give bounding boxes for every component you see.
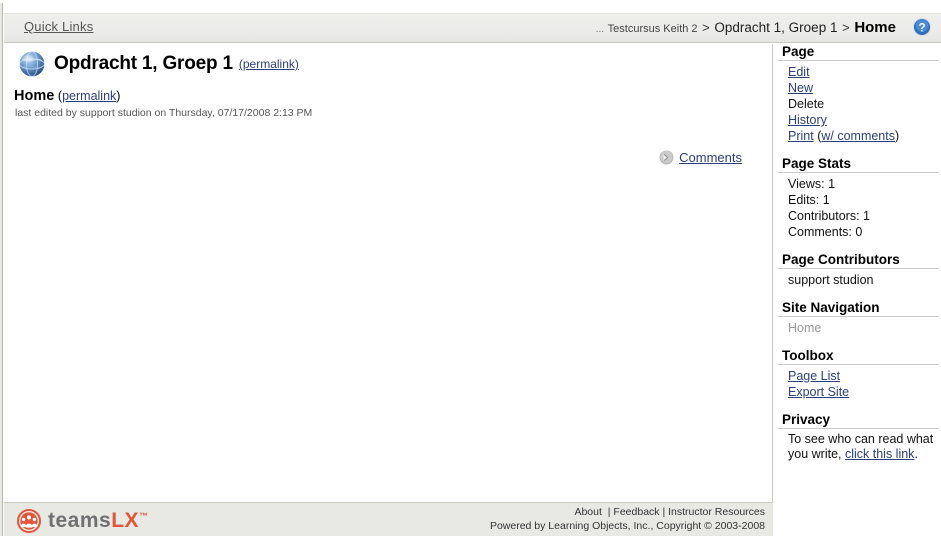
site-title: Opdracht 1, Groep 1	[54, 53, 233, 74]
sidebar-item-edit[interactable]: Edit	[788, 64, 939, 80]
sidebar-section-title-page-contributors: Page Contributors	[778, 252, 939, 269]
last-edited-text: last edited by support studion on Thursd…	[15, 107, 313, 119]
page-heading-row: Home (permalink)	[14, 88, 120, 104]
teamslx-people-circle-icon	[17, 509, 41, 533]
svg-text:?: ?	[918, 22, 925, 34]
sidebar-section-title-site-navigation: Site Navigation	[778, 300, 939, 317]
stat-comments: Comments: 0	[788, 225, 863, 239]
footer-link-instructor-resources[interactable]: Instructor Resources	[668, 506, 765, 518]
sidebar-section-title-privacy: Privacy	[778, 412, 939, 429]
globe-icon	[18, 50, 46, 78]
teamslx-logo: teamsLX™	[17, 509, 149, 533]
sidebar-item-label-page-list[interactable]: Page List	[788, 369, 840, 383]
sidebar-section-title-page: Page	[778, 44, 939, 61]
site-permalink-link[interactable]: (permalink)	[239, 57, 299, 71]
print-paren-close: )	[895, 129, 900, 143]
sidebar-item-label-edit[interactable]: Edit	[788, 65, 810, 79]
page-permalink-paren-close: )	[116, 89, 121, 103]
sidebar-item-page-list[interactable]: Page List	[788, 368, 939, 384]
sidebar-item-new[interactable]: New	[788, 80, 939, 96]
privacy-text: To see who can read what you write, clic…	[788, 432, 939, 462]
sidebar-section-page-contributors: Page Contributors support studion	[776, 252, 941, 288]
stat-edits: Edits: 1	[788, 193, 830, 207]
arrow-right-circle-icon[interactable]	[659, 150, 674, 165]
breadcrumb-ellipsis: ...	[595, 24, 605, 35]
sidebar-item-print[interactable]: Print (w/ comments)	[788, 128, 939, 144]
comments-row[interactable]: Comments	[659, 150, 742, 165]
sidebar-section-toolbox: Toolbox Page List Export Site	[776, 348, 941, 400]
header-bar: Quick Links ... Testcursus Keith 2 > Opd…	[4, 13, 941, 43]
page-permalink-link[interactable]: permalink	[62, 89, 116, 103]
sidebar-item-nav-home[interactable]: Home	[788, 320, 939, 336]
sidebar-item-label-history[interactable]: History	[788, 113, 827, 127]
footer-link-feedback[interactable]: Feedback	[613, 506, 659, 518]
contributor-item: support studion	[788, 273, 874, 287]
window-top-edge	[0, 0, 941, 3]
quick-links-link[interactable]: Quick Links	[24, 19, 93, 34]
application-window: Quick Links ... Testcursus Keith 2 > Opd…	[0, 0, 941, 536]
stat-views: Views: 1	[788, 177, 836, 191]
breadcrumb-item-current: Home	[854, 19, 896, 36]
sidebar: Page Edit New Delete History Print (w/ c…	[776, 44, 941, 536]
teamslx-wordmark: teamsLX™	[48, 509, 149, 533]
sidebar-item-label-print-with-comments[interactable]: w/ comments	[821, 129, 895, 143]
comments-link[interactable]: Comments	[679, 150, 742, 165]
footer-separator-2: |	[662, 506, 666, 518]
sidebar-section-page-stats: Page Stats Views: 1 Edits: 1 Contributor…	[776, 156, 941, 240]
stat-contributors: Contributors: 1	[788, 209, 870, 223]
sidebar-section-title-toolbox: Toolbox	[778, 348, 939, 365]
sidebar-item-label-print[interactable]: Print	[788, 129, 814, 143]
breadcrumb-item-ancestor[interactable]: Testcursus Keith 2	[608, 23, 698, 35]
sidebar-section-title-page-stats: Page Stats	[778, 156, 939, 173]
help-question-icon[interactable]: ?	[912, 17, 932, 37]
sidebar-item-delete: Delete	[788, 96, 939, 112]
logo-trademark: ™	[139, 511, 149, 521]
breadcrumb-item-parent[interactable]: Opdracht 1, Groep 1	[714, 20, 837, 35]
footer: teamsLX™ About | Feedback | Instructor R…	[4, 502, 773, 536]
logo-text-main: teams	[48, 509, 112, 532]
footer-copyright: Powered by Learning Objects, Inc., Copyr…	[489, 520, 765, 532]
footer-separator-1: |	[607, 506, 611, 518]
breadcrumb: ... Testcursus Keith 2 > Opdracht 1, Gro…	[596, 19, 896, 36]
sidebar-section-privacy: Privacy To see who can read what you wri…	[776, 412, 941, 462]
sidebar-item-label-export-site[interactable]: Export Site	[788, 385, 849, 399]
logo-text-accent: LX	[111, 509, 140, 532]
sidebar-section-page: Page Edit New Delete History Print (w/ c…	[776, 44, 941, 144]
main-content: Opdracht 1, Groep 1 (permalink) Home (pe…	[4, 44, 773, 536]
breadcrumb-separator-1: >	[702, 20, 710, 35]
privacy-link[interactable]: click this link	[845, 447, 914, 461]
sidebar-section-site-navigation: Site Navigation Home	[776, 300, 941, 336]
breadcrumb-separator-2: >	[842, 20, 850, 35]
footer-links: About | Feedback | Instructor Resources	[574, 506, 765, 518]
sidebar-item-label-new[interactable]: New	[788, 81, 813, 95]
sidebar-item-label-delete: Delete	[788, 97, 825, 111]
window-left-edge	[0, 0, 3, 536]
page-title: Home	[14, 88, 55, 104]
privacy-text-after: .	[914, 447, 918, 461]
site-title-row: Opdracht 1, Groep 1 (permalink)	[18, 50, 299, 78]
content-sidebar-divider	[772, 44, 773, 502]
sidebar-item-export-site[interactable]: Export Site	[788, 384, 939, 400]
sidebar-item-history[interactable]: History	[788, 112, 939, 128]
footer-link-about[interactable]: About	[574, 506, 601, 518]
